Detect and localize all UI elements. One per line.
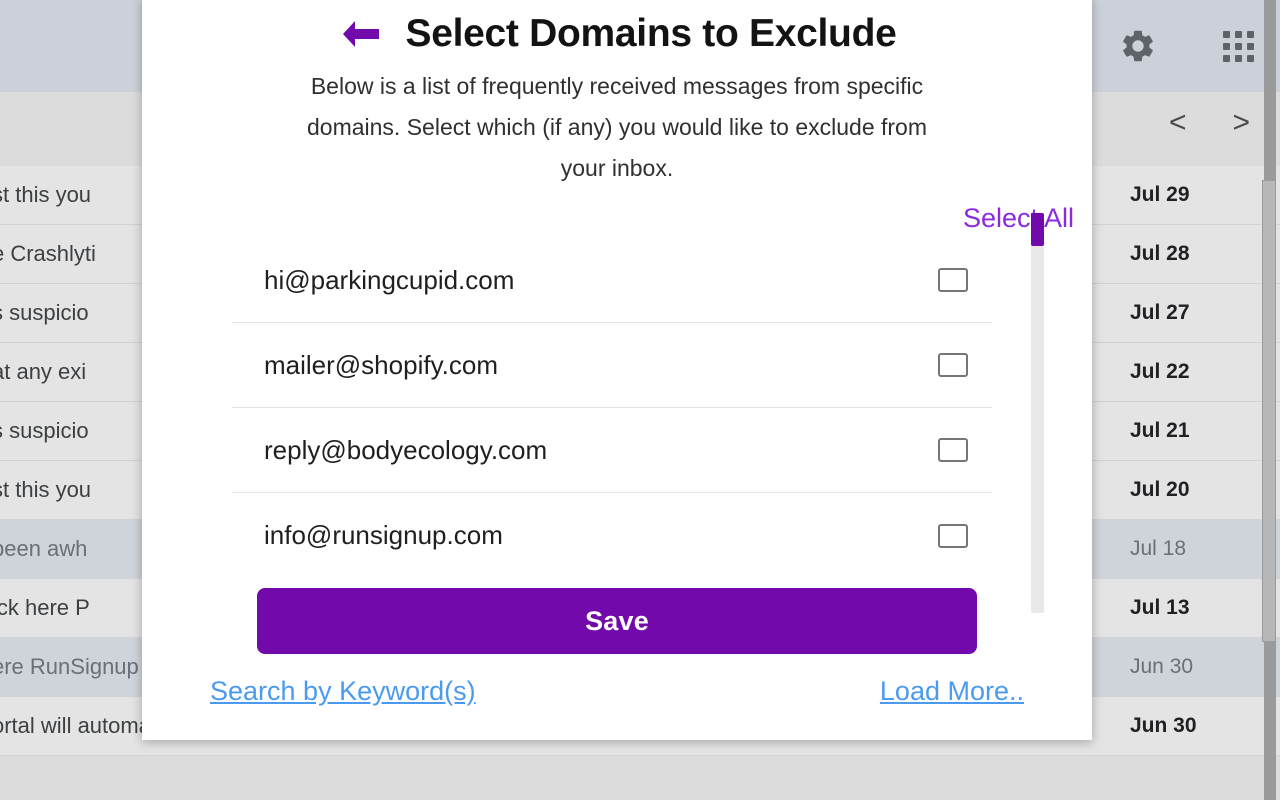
email-date: Jul 22	[1130, 360, 1190, 383]
search-by-keyword-link[interactable]: Search by Keyword(s)	[210, 676, 476, 707]
domain-checkbox[interactable]	[938, 523, 968, 548]
topbar-icon-group	[1118, 26, 1258, 66]
modal-header: Select Domains to Exclude	[142, 0, 1092, 56]
apps-dot	[1234, 54, 1242, 62]
apps-grid-dots	[1222, 30, 1254, 62]
email-date: Jul 27	[1130, 301, 1190, 324]
email-date: Jul 29	[1130, 183, 1190, 206]
gear-icon[interactable]	[1118, 26, 1158, 66]
domain-checkbox[interactable]	[938, 438, 968, 462]
select-all-row: Select All	[142, 203, 1092, 234]
email-date: Jul 28	[1130, 242, 1190, 265]
pagination-controls: < >	[1169, 106, 1250, 140]
save-button[interactable]: Save	[257, 588, 977, 654]
domain-row[interactable]: hi@parkingcupid.com	[232, 238, 992, 323]
select-all-link[interactable]: Select All	[963, 203, 1074, 234]
domain-list: hi@parkingcupid.com mailer@shopify.com rep…	[232, 238, 992, 586]
domain-address: reply@bodyecology.com	[264, 434, 548, 465]
apps-dot	[1246, 30, 1254, 38]
back-arrow-icon[interactable]	[338, 14, 384, 54]
next-page-button[interactable]: >	[1232, 106, 1250, 140]
domain-checkbox[interactable]	[938, 353, 968, 377]
domain-row[interactable]: mailer@shopify.com	[232, 323, 992, 408]
modal-description: Below is a list of frequently received m…	[307, 73, 928, 181]
email-date: Jul 20	[1130, 478, 1190, 501]
email-date: Jul 21	[1130, 419, 1190, 442]
prev-page-button[interactable]: <	[1169, 106, 1187, 140]
apps-dot	[1234, 42, 1242, 50]
domain-list-scrollbar-track[interactable]	[1031, 213, 1044, 613]
domain-row[interactable]: info@runsignup.com	[232, 493, 992, 578]
email-date: Jul 18	[1130, 537, 1187, 560]
domain-list-wrapper: hi@parkingcupid.com mailer@shopify.com rep…	[142, 213, 1092, 613]
email-date: Jun 30	[1130, 655, 1194, 678]
apps-dot	[1222, 54, 1230, 62]
apps-dot	[1246, 54, 1254, 62]
page-scrollbar-thumb[interactable]	[1262, 180, 1276, 642]
email-date: Jun 30	[1130, 714, 1197, 737]
page-title: Select Domains to Exclude	[405, 12, 897, 55]
load-more-link[interactable]: Load More..	[880, 676, 1024, 707]
screen: < > st this you Jul 29 e Crashlyti Jul 28 s …	[0, 0, 1280, 800]
email-date: Jul 13	[1130, 596, 1190, 619]
domain-address: mailer@shopify.com	[264, 349, 498, 380]
apps-grid-icon[interactable]	[1218, 26, 1258, 66]
apps-dot	[1222, 42, 1230, 50]
domain-checkbox[interactable]	[938, 268, 968, 292]
exclude-domains-modal: Select Domains to Exclude Below is a lis…	[142, 0, 1092, 740]
apps-dot	[1222, 30, 1230, 38]
apps-dot	[1246, 42, 1254, 50]
domain-list-scrollbar-thumb[interactable]	[1031, 213, 1044, 246]
domain-address: info@runsignup.com	[264, 520, 503, 550]
apps-dot	[1234, 30, 1242, 38]
domain-row[interactable]: reply@bodyecology.com	[232, 408, 992, 493]
modal-footer: Search by Keyword(s) Load More..	[142, 654, 1092, 707]
domain-address: hi@parkingcupid.com	[264, 264, 515, 295]
